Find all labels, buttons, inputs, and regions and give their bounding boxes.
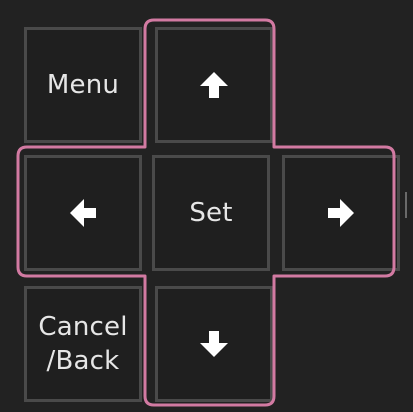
cancel-label-line1: Cancel (38, 312, 128, 342)
menu-label: Menu (46, 70, 120, 100)
up-button[interactable] (155, 27, 273, 143)
arrow-down-icon (200, 331, 228, 357)
cancel-label-line2: /Back (46, 346, 120, 376)
right-button[interactable] (282, 155, 400, 271)
cancel-back-label: Cancel /Back (38, 310, 127, 378)
arrow-left-icon (70, 199, 96, 227)
cancel-back-button[interactable]: Cancel /Back (24, 286, 142, 402)
set-label: Set (189, 198, 233, 228)
dpad-panel: Menu Set Cancel /Back (0, 0, 413, 412)
arrow-up-icon (200, 72, 228, 98)
menu-button[interactable]: Menu (24, 27, 142, 143)
set-button[interactable]: Set (152, 155, 270, 271)
down-button[interactable] (155, 286, 273, 402)
edge-divider (405, 192, 407, 218)
arrow-right-icon (328, 199, 354, 227)
left-button[interactable] (24, 155, 142, 271)
